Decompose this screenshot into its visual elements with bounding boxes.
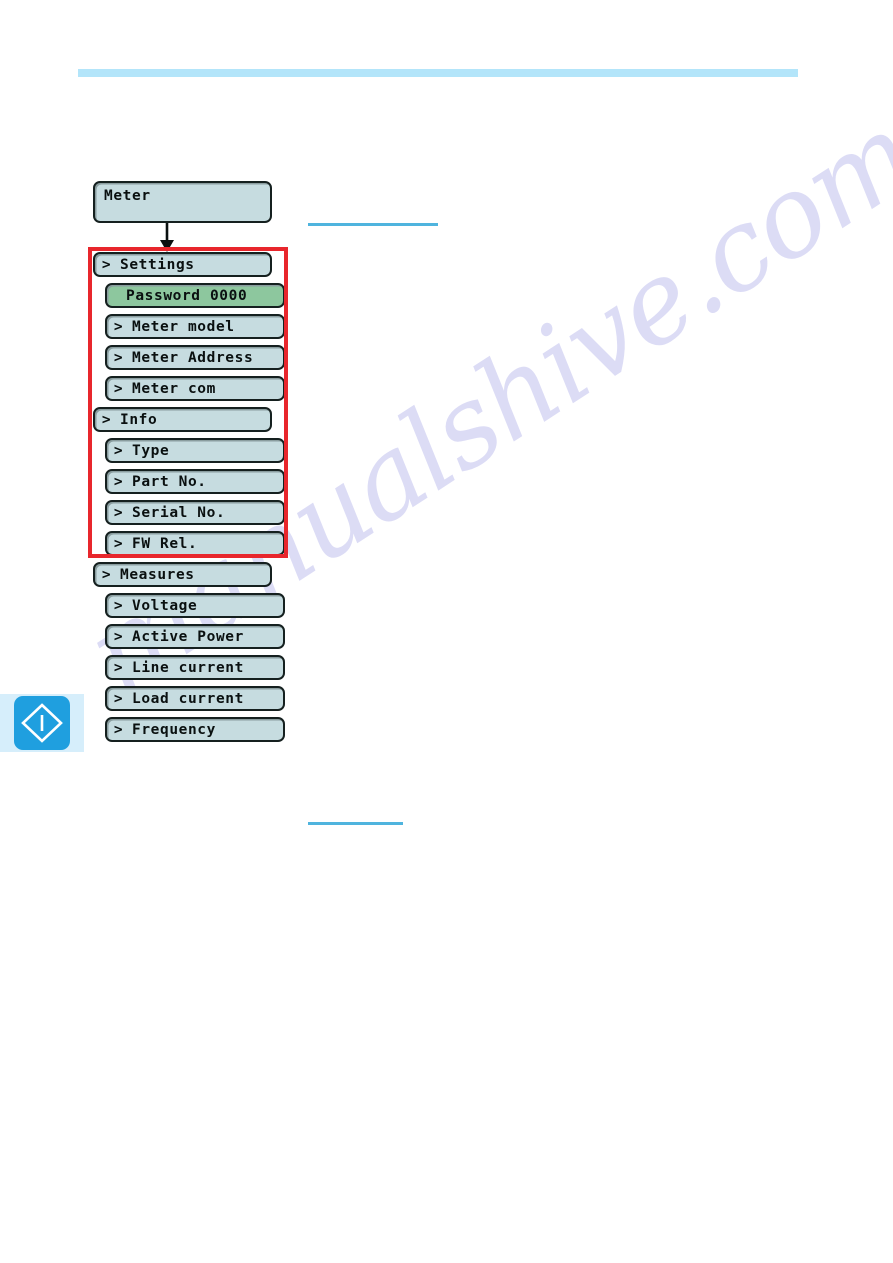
- chevron-right-icon: >: [101, 411, 112, 428]
- menu-node-label: Meter model: [132, 318, 235, 335]
- menu-node-label: Info: [120, 411, 158, 428]
- menu-node-settings[interactable]: > Settings: [93, 252, 272, 277]
- chevron-right-icon: >: [101, 256, 112, 273]
- menu-node-label: FW Rel.: [132, 535, 198, 552]
- menu-node-label: Type: [132, 442, 170, 459]
- menu-node-meter-com[interactable]: > Meter com: [105, 376, 285, 401]
- menu-node-root[interactable]: Meter: [93, 181, 272, 223]
- menu-node-frequency[interactable]: > Frequency: [105, 717, 285, 742]
- menu-node-line-current[interactable]: > Line current: [105, 655, 285, 680]
- chevron-right-icon: >: [113, 442, 124, 459]
- chevron-right-icon: >: [113, 535, 124, 552]
- menu-node-part-no[interactable]: > Part No.: [105, 469, 285, 494]
- menu-node-label: Meter: [104, 188, 151, 204]
- chevron-right-icon: >: [101, 566, 112, 583]
- menu-node-label: Password 0000: [126, 287, 248, 304]
- menu-node-label: Load current: [132, 690, 244, 707]
- menu-node-label: Part No.: [132, 473, 207, 490]
- chevron-right-icon: >: [113, 690, 124, 707]
- chevron-right-icon: >: [113, 504, 124, 521]
- menu-node-type[interactable]: > Type: [105, 438, 285, 463]
- menu-node-label: Active Power: [132, 628, 244, 645]
- menu-node-password[interactable]: Password 0000: [105, 283, 285, 308]
- chevron-right-icon: >: [113, 628, 124, 645]
- chevron-right-icon: >: [113, 721, 124, 738]
- chevron-right-icon: >: [113, 659, 124, 676]
- menu-node-label: Voltage: [132, 597, 198, 614]
- chevron-right-icon: >: [113, 318, 124, 335]
- menu-node-meter-address[interactable]: > Meter Address: [105, 345, 285, 370]
- chevron-right-icon: >: [113, 380, 124, 397]
- menu-node-label: Frequency: [132, 721, 216, 738]
- chevron-right-icon: >: [113, 473, 124, 490]
- menu-node-info[interactable]: > Info: [93, 407, 272, 432]
- chevron-right-icon: >: [113, 597, 124, 614]
- menu-node-voltage[interactable]: > Voltage: [105, 593, 285, 618]
- menu-node-measures[interactable]: > Measures: [93, 562, 272, 587]
- menu-node-label: Serial No.: [132, 504, 226, 521]
- menu-node-serial-no[interactable]: > Serial No.: [105, 500, 285, 525]
- down-arrow-icon: [160, 223, 174, 252]
- chevron-right-icon: >: [113, 349, 124, 366]
- menu-node-label: Meter Address: [132, 349, 254, 366]
- menu-node-active-power[interactable]: > Active Power: [105, 624, 285, 649]
- menu-node-load-current[interactable]: > Load current: [105, 686, 285, 711]
- menu-node-label: Meter com: [132, 380, 216, 397]
- menu-node-meter-model[interactable]: > Meter model: [105, 314, 285, 339]
- menu-node-fw-rel[interactable]: > FW Rel.: [105, 531, 285, 556]
- meter-menu-tree-diagram: Meter > Settings Password 0000 > Meter m…: [0, 0, 893, 1263]
- menu-node-label: Settings: [120, 256, 195, 273]
- menu-node-label: Line current: [132, 659, 244, 676]
- menu-node-label: Measures: [120, 566, 195, 583]
